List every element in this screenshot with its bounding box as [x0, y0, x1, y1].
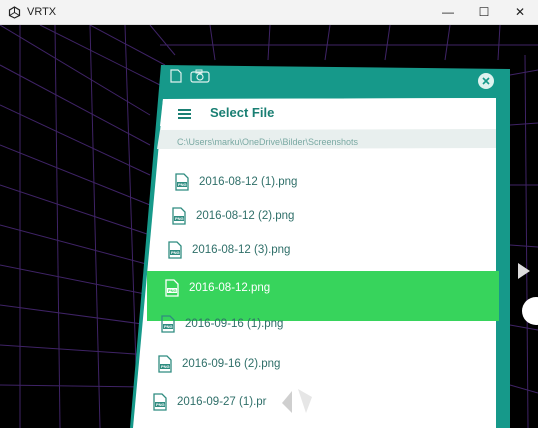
file-name: 2016-09-27 (1).pr [177, 396, 267, 408]
file-name: 2016-09-16 (2).png [182, 358, 281, 370]
vr-pointer-cursor [282, 389, 312, 413]
file-type-badge: PNG [171, 250, 180, 255]
file-name: 2016-09-16 (1).png [185, 318, 284, 330]
close-icon [482, 77, 490, 85]
file-type-badge: PNG [164, 324, 173, 329]
png-file-icon: PNG [165, 279, 179, 297]
file-name: 2016-08-12 (2).png [196, 210, 295, 222]
panel-title: Select File [210, 105, 275, 120]
vr-viewport[interactable]: Select File C:\Users\marku\OneDrive\Bild… [0, 25, 538, 428]
file-row[interactable]: PNG 2016-08-12 (2).png [172, 207, 294, 225]
file-icon[interactable] [170, 69, 182, 88]
png-file-icon: PNG [158, 355, 172, 373]
camera-icon[interactable] [190, 69, 210, 88]
maximize-button[interactable]: ☐ [466, 0, 502, 24]
window-title: VRTX [27, 6, 57, 18]
png-file-icon: PNG [161, 315, 175, 333]
file-row[interactable]: PNG 2016-08-12 (1).png [175, 173, 297, 191]
file-type-badge: PNG [175, 216, 184, 221]
window-titlebar: VRTX — ☐ ✕ [0, 0, 538, 25]
png-file-icon: PNG [175, 173, 189, 191]
png-file-icon: PNG [153, 393, 167, 411]
png-file-icon: PNG [168, 241, 182, 259]
file-name: 2016-08-12 (3).png [192, 244, 291, 256]
file-row[interactable]: PNG 2016-09-16 (1).png [161, 315, 283, 333]
file-row[interactable]: PNG 2016-08-12 (3).png [168, 241, 290, 259]
file-type-badge: PNG [178, 182, 187, 187]
file-type-badge: PNG [156, 402, 165, 407]
png-file-icon: PNG [172, 207, 186, 225]
file-name: 2016-08-12 (1).png [199, 176, 298, 188]
minimize-button[interactable]: — [430, 0, 466, 24]
close-window-button[interactable]: ✕ [502, 0, 538, 24]
file-type-badge: PNG [161, 364, 170, 369]
file-row[interactable]: PNG 2016-09-16 (2).png [158, 355, 280, 373]
file-row[interactable]: PNG 2016-09-27 (1).pr [153, 393, 267, 411]
close-panel-button[interactable] [478, 73, 494, 89]
file-name: 2016-08-12.png [189, 282, 271, 294]
hamburger-menu-icon[interactable] [178, 109, 191, 119]
current-path: C:\Users\marku\OneDrive\Bilder\Screensho… [177, 137, 359, 147]
file-row[interactable]: PNG 2016-08-12.png [165, 279, 270, 297]
file-type-badge: PNG [168, 288, 177, 293]
vr-controller-widget[interactable] [516, 263, 538, 333]
unity-logo-icon [7, 5, 21, 19]
